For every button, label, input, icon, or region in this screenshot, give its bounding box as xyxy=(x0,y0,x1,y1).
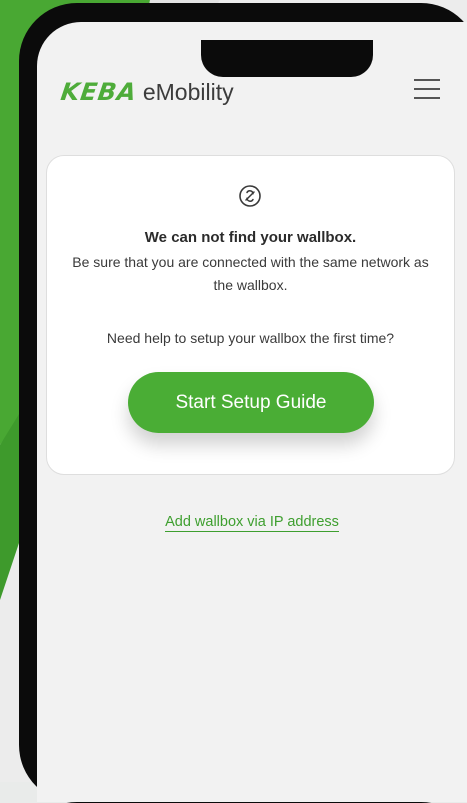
logo-mark: KEBA xyxy=(59,78,139,106)
start-setup-guide-button[interactable]: Start Setup Guide xyxy=(128,372,374,433)
logo-text: eMobility xyxy=(142,78,234,105)
brand-logo: KEBA eMobility xyxy=(59,76,234,108)
no-connection-icon xyxy=(239,185,261,207)
app-header: KEBA eMobility xyxy=(59,76,461,108)
app-screen: KEBA eMobility We can not find your wall… xyxy=(37,22,467,802)
hamburger-menu-icon[interactable] xyxy=(414,79,440,99)
error-title: We can not find your wallbox. xyxy=(144,229,357,246)
error-description: Be sure that you are connected with the … xyxy=(72,254,429,293)
phone-notch xyxy=(201,40,373,77)
status-card: We can not find your wallbox. Be sure th… xyxy=(46,155,455,475)
add-wallbox-ip-label: Add wallbox via IP address xyxy=(165,514,339,532)
help-text: Need help to setup your wallbox the firs… xyxy=(106,330,395,346)
add-wallbox-ip-link[interactable]: Add wallbox via IP address xyxy=(37,514,467,532)
